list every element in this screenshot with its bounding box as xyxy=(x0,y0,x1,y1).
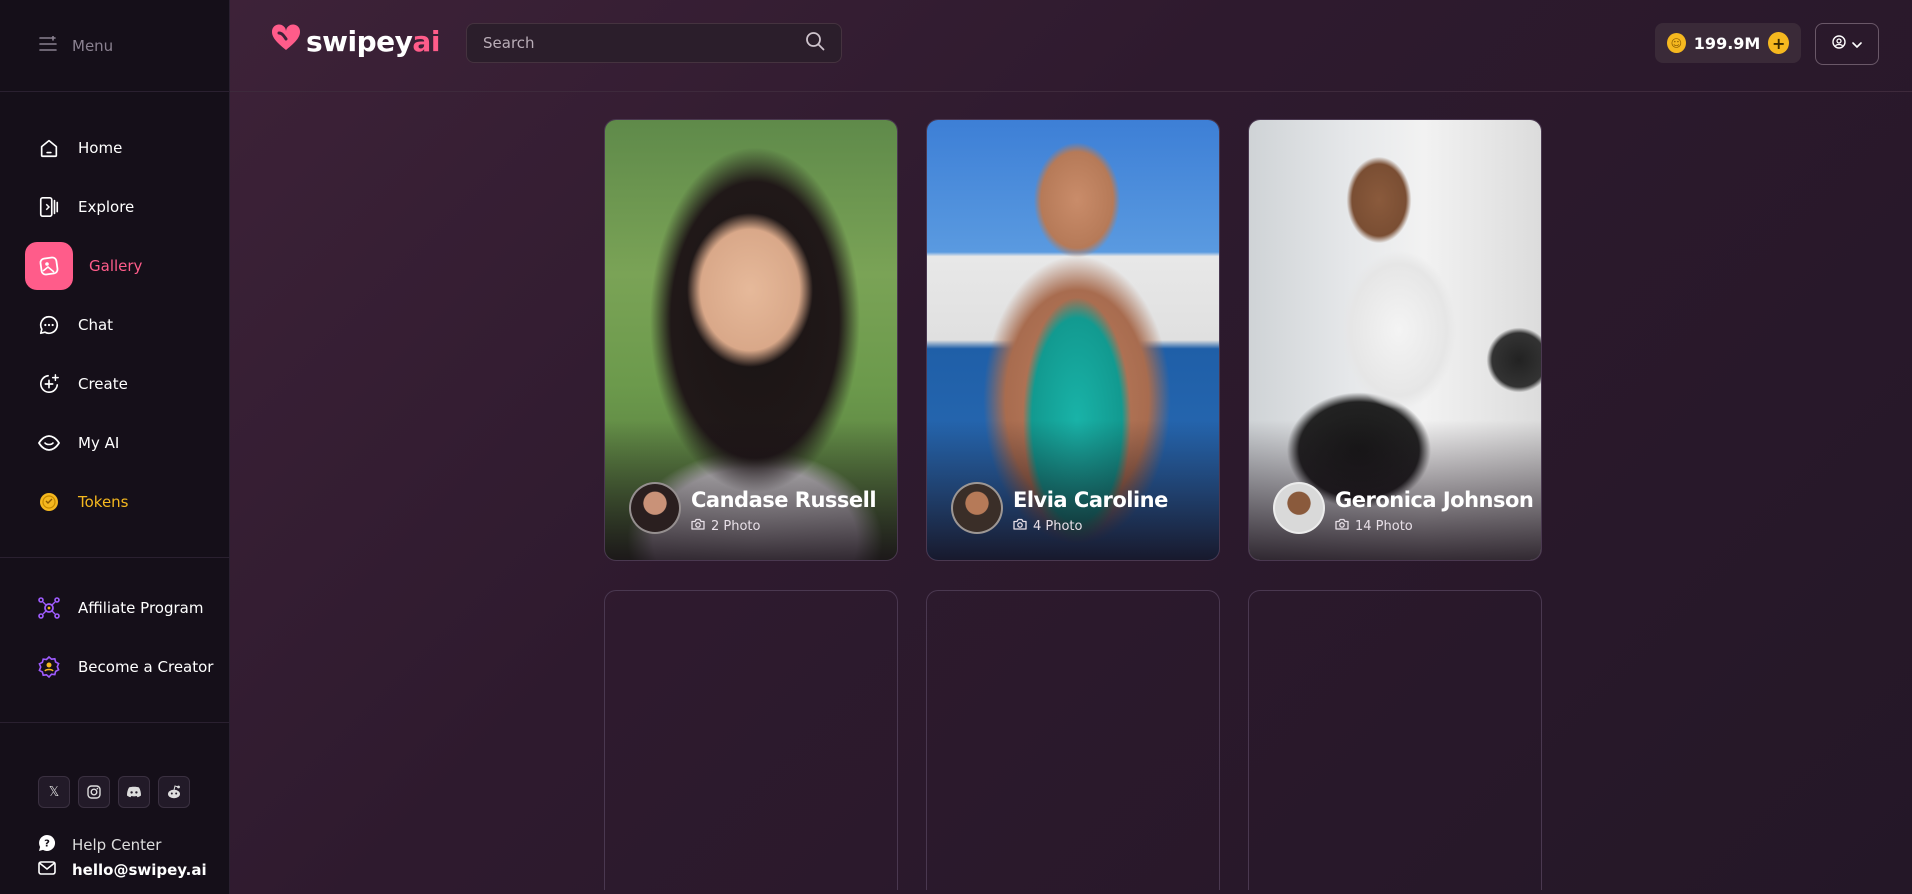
character-card[interactable] xyxy=(604,590,898,890)
avatar xyxy=(951,482,1003,534)
sidebar-item-label: My AI xyxy=(78,434,120,452)
sidebar-item-label: Explore xyxy=(78,198,135,216)
character-card[interactable]: Geronica Johnson 14 Photo xyxy=(1248,119,1542,561)
secondary-nav: Affiliate Program Become a Creator xyxy=(0,558,229,723)
character-card[interactable]: Elvia Caroline 4 Photo xyxy=(926,119,1220,561)
sidebar-item-create[interactable]: Create xyxy=(0,358,229,410)
chevron-down-icon xyxy=(1852,37,1862,52)
photo-count: 4 Photo xyxy=(1013,518,1083,534)
email-link[interactable]: hello@swipey.ai xyxy=(38,861,207,879)
sidebar-item-affiliate[interactable]: Affiliate Program xyxy=(0,582,229,634)
help-center-link[interactable]: ? Help Center xyxy=(38,834,161,856)
coin-icon: ☺ xyxy=(1667,33,1686,53)
camera-icon xyxy=(1335,518,1349,534)
sidebar-item-chat[interactable]: Chat xyxy=(0,299,229,351)
add-tokens-button[interactable]: + xyxy=(1768,32,1789,54)
token-icon xyxy=(36,489,62,515)
creator-icon xyxy=(36,654,62,680)
menu-label: Menu xyxy=(72,36,114,55)
main-content: swipeyai ☺ 199.9M + Candase Russell xyxy=(230,0,1912,894)
logo-text: swipey xyxy=(306,25,413,58)
instagram-icon[interactable] xyxy=(78,776,110,808)
search-icon[interactable] xyxy=(805,31,825,55)
avatar xyxy=(1273,482,1325,534)
menu-icon xyxy=(38,34,58,56)
reddit-icon[interactable] xyxy=(158,776,190,808)
character-name: Candase Russell xyxy=(691,488,877,512)
character-card[interactable] xyxy=(1248,590,1542,890)
chat-icon xyxy=(36,312,62,338)
photo-count: 2 Photo xyxy=(691,518,761,534)
search-bar xyxy=(466,23,842,63)
search-input[interactable] xyxy=(483,34,783,52)
character-name: Elvia Caroline xyxy=(1013,488,1168,512)
profile-menu-button[interactable] xyxy=(1815,23,1879,65)
photo-count: 14 Photo xyxy=(1335,518,1413,534)
svg-text:?: ? xyxy=(44,839,50,850)
photo-count-label: 14 Photo xyxy=(1355,518,1413,534)
sidebar-item-label: Chat xyxy=(78,316,114,334)
sidebar-item-label: Affiliate Program xyxy=(78,599,204,617)
sidebar-item-home[interactable]: Home xyxy=(0,122,229,174)
my-ai-icon xyxy=(36,430,62,456)
photo-count-label: 4 Photo xyxy=(1033,518,1083,534)
character-name: Geronica Johnson xyxy=(1335,488,1534,512)
sidebar-item-label: Tokens xyxy=(78,493,129,511)
email-label: hello@swipey.ai xyxy=(72,861,207,879)
discord-icon[interactable] xyxy=(118,776,150,808)
camera-icon xyxy=(1013,518,1027,534)
gallery-icon xyxy=(25,242,73,290)
token-balance-value: 199.9M xyxy=(1693,33,1761,53)
logo[interactable]: swipey ai xyxy=(270,24,440,59)
user-icon xyxy=(1832,35,1846,53)
sidebar-item-label: Become a Creator xyxy=(78,658,214,676)
mail-icon xyxy=(38,861,56,879)
sidebar-item-gallery[interactable]: Gallery xyxy=(0,240,229,292)
token-balance[interactable]: ☺ 199.9M + xyxy=(1655,23,1801,63)
character-card[interactable] xyxy=(926,590,1220,890)
avatar xyxy=(629,482,681,534)
sidebar-item-tokens[interactable]: Tokens xyxy=(0,476,229,528)
sidebar-item-label: Home xyxy=(78,139,123,157)
main-nav: Home Explore Gallery Chat Create My AI T… xyxy=(0,92,229,558)
sidebar-item-creator[interactable]: Become a Creator xyxy=(0,641,229,693)
top-bar: swipeyai ☺ 199.9M + xyxy=(230,0,1912,92)
logo-text-accent: ai xyxy=(412,25,440,58)
home-icon xyxy=(36,135,62,161)
sidebar-item-explore[interactable]: Explore xyxy=(0,181,229,233)
menu-toggle[interactable]: Menu xyxy=(0,0,229,92)
logo-heart-icon xyxy=(270,24,302,59)
photo-count-label: 2 Photo xyxy=(711,518,761,534)
camera-icon xyxy=(691,518,705,534)
affiliate-icon xyxy=(36,595,62,621)
x-twitter-icon[interactable]: 𝕏 xyxy=(38,776,70,808)
sidebar-item-label: Create xyxy=(78,375,128,393)
sidebar-item-my-ai[interactable]: My AI xyxy=(0,417,229,469)
social-links: 𝕏 xyxy=(38,776,190,808)
sidebar: Menu Home Explore Gallery Chat Create My… xyxy=(0,0,230,894)
create-icon xyxy=(36,371,62,397)
help-center-label: Help Center xyxy=(72,836,162,854)
help-icon: ? xyxy=(38,834,56,856)
sidebar-item-label: Gallery xyxy=(89,257,143,275)
character-card[interactable]: Candase Russell 2 Photo xyxy=(604,119,898,561)
explore-icon xyxy=(36,194,62,220)
